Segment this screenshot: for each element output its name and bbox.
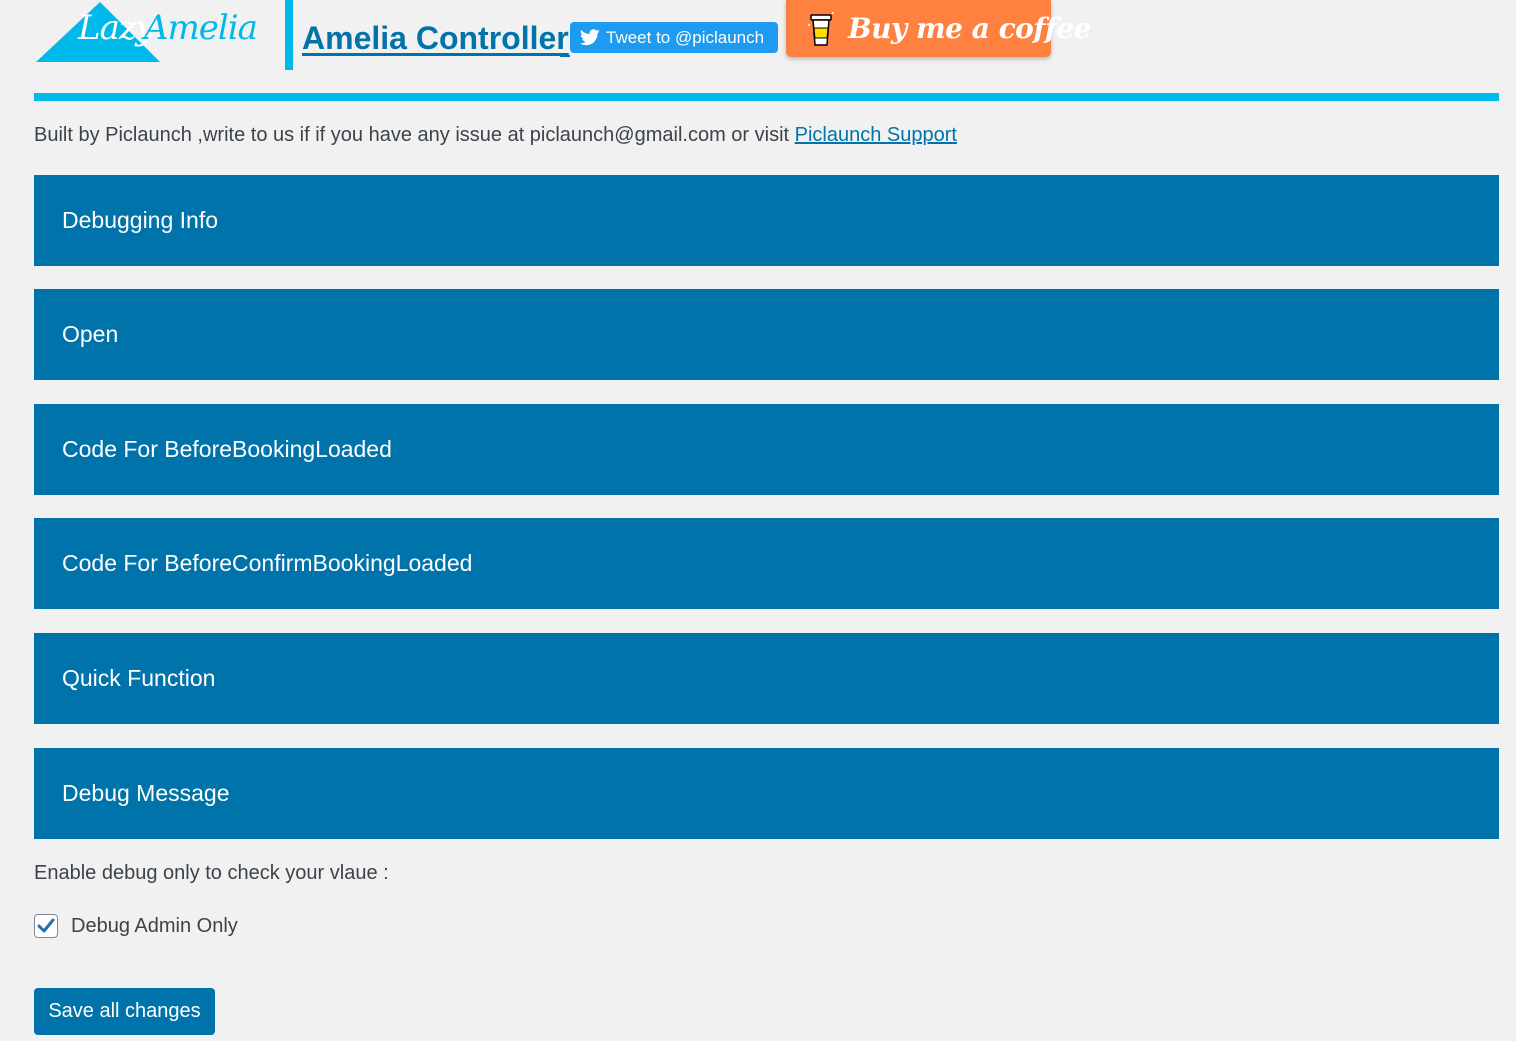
coffee-cup-icon (808, 11, 834, 47)
coffee-button-label: Buy me a coffee (848, 12, 1092, 45)
debug-admin-only-checkbox[interactable] (34, 914, 58, 938)
panel-quick-function[interactable]: Quick Function (34, 633, 1499, 724)
panel-label: Debug Message (62, 780, 230, 806)
panel-label: Code For BeforeBookingLoaded (62, 436, 392, 462)
twitter-bird-icon (580, 29, 600, 46)
logo-text-lazy: Lazy (78, 8, 155, 48)
panel-code-before-confirm-booking-loaded[interactable]: Code For BeforeConfirmBookingLoaded (34, 518, 1499, 609)
panel-debug-message[interactable]: Debug Message (34, 748, 1499, 839)
panel-label: Code For BeforeConfirmBookingLoaded (62, 550, 473, 576)
title-underline-extension (560, 55, 570, 57)
buy-me-a-coffee-button[interactable]: Buy me a coffee (786, 0, 1092, 57)
tweet-button-label: Tweet to @piclaunch (606, 27, 765, 47)
panel-label: Quick Function (62, 665, 216, 691)
header-divider (34, 93, 1499, 101)
debug-note: Enable debug only to check your vlaue : (34, 862, 389, 884)
panel-label: Debugging Info (62, 207, 219, 233)
checkmark-icon (37, 918, 55, 933)
panel-code-before-booking-loaded[interactable]: Code For BeforeBookingLoaded (34, 404, 1499, 495)
panel-debugging-info[interactable]: Debugging Info (34, 175, 1499, 266)
piclaunch-support-link[interactable]: Piclaunch Support (795, 124, 957, 146)
save-all-changes-button[interactable]: Save all changes (34, 988, 215, 1035)
panel-label: Open (62, 321, 119, 347)
panel-open[interactable]: Open (34, 289, 1499, 380)
debug-admin-only-row: Debug Admin Only (34, 914, 238, 938)
title-accent-bar (285, 0, 293, 70)
debug-admin-only-label[interactable]: Debug Admin Only (71, 915, 238, 938)
info-line: Built by Piclaunch ,write to us if if yo… (34, 124, 957, 147)
header: Lazy Amelia Amelia Controller Tweet to @… (0, 0, 1516, 95)
tweet-button[interactable]: Tweet to @piclaunch (570, 22, 778, 53)
page-title[interactable]: Amelia Controller (302, 20, 569, 57)
logo-text-amelia: Amelia (144, 8, 258, 48)
lazy-amelia-logo[interactable]: Lazy Amelia (36, 0, 258, 66)
info-text: Built by Piclaunch ,write to us if if yo… (34, 124, 795, 146)
